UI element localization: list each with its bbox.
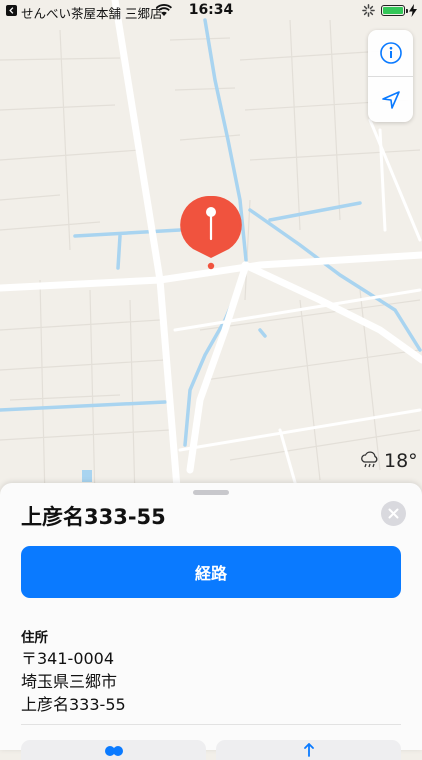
address-city: 埼玉県三郷市 <box>21 672 118 691</box>
location-arrow-icon <box>381 91 400 109</box>
charging-bolt-icon <box>409 4 417 17</box>
current-location-button[interactable] <box>368 77 413 123</box>
activity-spinner-icon <box>362 4 375 17</box>
info-button[interactable] <box>368 30 413 76</box>
address-postal: 〒341-0004 <box>21 649 115 668</box>
weather-indicator: 18° <box>360 450 418 472</box>
share-action-button[interactable] <box>216 740 401 760</box>
close-button[interactable] <box>381 501 406 526</box>
place-title: 上彦名333-55 <box>21 505 166 529</box>
dropped-pin[interactable] <box>180 194 242 274</box>
place-card: 上彦名333-55 経路 住所 〒341-0004 埼玉県三郷市 上彦名333-… <box>0 483 422 760</box>
address-street: 上彦名333-55 <box>21 695 126 714</box>
sheet-grabber[interactable] <box>193 490 229 495</box>
battery-icon <box>381 5 408 16</box>
address-heading: 住所 <box>21 630 48 646</box>
cloud-rain-icon <box>361 451 378 468</box>
back-app-label[interactable]: せんべい茶屋本舗 三郷店 <box>21 3 162 22</box>
back-to-app-icon[interactable] <box>6 5 17 16</box>
people-icon <box>104 746 123 756</box>
favorite-action-button[interactable] <box>21 740 206 760</box>
section-divider <box>21 724 401 725</box>
directions-button[interactable]: 経路 <box>21 546 401 598</box>
close-icon <box>388 508 399 519</box>
temperature: 18° <box>384 450 418 472</box>
wifi-icon <box>156 4 172 16</box>
map-controls <box>368 30 413 122</box>
directions-label: 経路 <box>194 564 227 583</box>
status-bar: せんべい茶屋本舗 三郷店 16:34 <box>0 0 422 22</box>
info-icon <box>379 42 402 64</box>
share-icon <box>303 743 314 757</box>
